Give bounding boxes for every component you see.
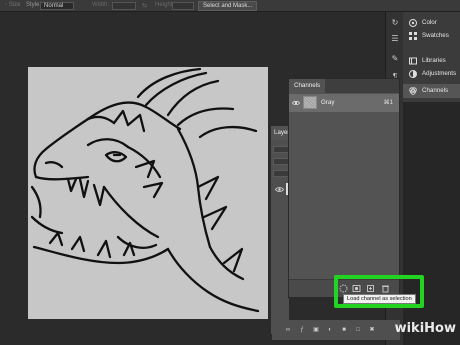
- channel-shortcut: ⌘1: [383, 100, 393, 106]
- history-icon[interactable]: ↻: [390, 18, 400, 28]
- brush-icon[interactable]: ✎: [390, 54, 400, 64]
- delete-layer-icon[interactable]: ✖: [368, 326, 376, 334]
- layer-visibility-eye-icon[interactable]: [275, 186, 284, 193]
- layers-panel: Layers: [270, 125, 291, 335]
- properties-icon[interactable]: ☰: [390, 34, 400, 44]
- group-folder-icon[interactable]: ■: [340, 326, 348, 334]
- watermark-part-a: wiki: [394, 321, 425, 336]
- panel-item-libraries[interactable]: Libraries: [403, 54, 460, 68]
- channel-row-gray[interactable]: Gray ⌘1: [289, 94, 399, 112]
- width-label: Width:: [92, 2, 110, 8]
- swap-icon[interactable]: ⇆: [142, 2, 147, 9]
- watermark-part-b: How: [424, 321, 456, 336]
- panel-item-adjustments[interactable]: Adjustments: [403, 67, 460, 81]
- load-channel-tooltip: Load channel as selection: [343, 294, 416, 304]
- panel-item-swatches[interactable]: Swatches: [403, 29, 460, 43]
- library-icon: [409, 57, 417, 65]
- panel-item-label: Color: [422, 19, 437, 26]
- channels-tabbar: Channels: [289, 79, 399, 93]
- grid-icon: [409, 32, 417, 40]
- channels-icon: [409, 87, 417, 95]
- panel-item-color[interactable]: Color: [403, 16, 460, 30]
- document-canvas[interactable]: [28, 67, 268, 319]
- blend-mode-select[interactable]: [273, 158, 289, 165]
- lock-row[interactable]: [273, 170, 289, 177]
- link-layers-icon[interactable]: ∞: [284, 326, 292, 334]
- options-bar: ◦ Size Style: Normal Width: ⇆ Height: Se…: [0, 0, 460, 12]
- select-and-mask-button[interactable]: Select and Mask...: [198, 1, 258, 11]
- panel-item-label: Adjustments: [422, 70, 457, 77]
- panel-list: Color Swatches Libraries Adjustments Cha…: [403, 12, 460, 102]
- channels-panel: Channels Gray ⌘1: [288, 78, 400, 298]
- tab-channels[interactable]: Channels: [289, 79, 326, 93]
- adjustment-layer-icon[interactable]: ◐: [326, 326, 334, 334]
- options-prefix-label: ◦ Size: [5, 2, 21, 8]
- panel-item-label: Channels: [422, 87, 449, 94]
- layer-filter-field[interactable]: [273, 146, 289, 153]
- color-wheel-icon: [409, 19, 417, 27]
- new-layer-icon[interactable]: □: [354, 326, 362, 334]
- add-mask-icon[interactable]: ▣: [312, 326, 320, 334]
- wikihow-watermark: wikiHow: [380, 318, 460, 340]
- channel-name: Gray: [321, 99, 335, 106]
- channel-thumbnail: [303, 96, 317, 109]
- panel-item-label: Swatches: [422, 32, 449, 39]
- style-select[interactable]: Normal: [40, 2, 74, 10]
- layer-style-icon[interactable]: ƒ: [298, 326, 306, 334]
- height-field[interactable]: [172, 2, 194, 10]
- panel-item-label: Libraries: [422, 57, 446, 64]
- channel-visibility-eye-icon[interactable]: [292, 99, 300, 107]
- adjustments-icon: [409, 70, 417, 78]
- style-label: Style:: [26, 2, 42, 8]
- panel-item-channels[interactable]: Channels: [403, 84, 460, 98]
- width-field[interactable]: [112, 2, 136, 10]
- dragon-drawing: [30, 67, 260, 313]
